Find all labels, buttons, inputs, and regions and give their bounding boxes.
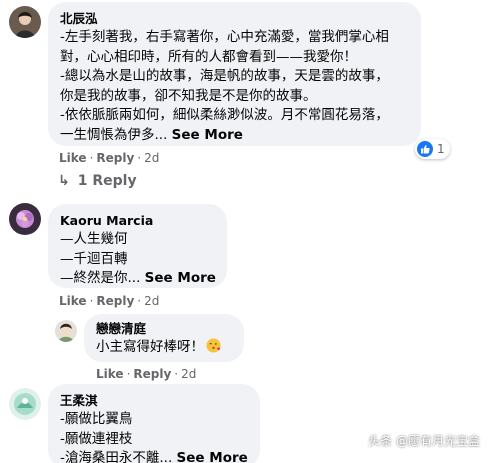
reply-arrow-icon: ↳ — [58, 173, 70, 189]
timestamp[interactable]: 2d — [144, 294, 159, 308]
timestamp[interactable]: 2d — [181, 367, 196, 381]
separator-dot: · — [126, 367, 131, 381]
comment-bubble-4: 王柔淇 -願做比翼鳥 -願做連裡枝 -滄海桑田永不離... See More — [48, 384, 260, 463]
watermark: 头条 @愿有月光宝盒 — [368, 434, 480, 448]
see-more-link[interactable]: See More — [172, 127, 243, 143]
separator-dot: · — [89, 151, 94, 165]
avatar-lianlian-qingting[interactable] — [55, 320, 77, 342]
comment-actions-2: Like · Reply · 2d — [59, 293, 159, 309]
comment-author[interactable]: 戀戀清庭 — [96, 320, 232, 338]
comment-text-line: —人生幾何 — [60, 231, 128, 247]
reaction-count: 1 — [437, 142, 445, 156]
comment-text-line: 對，心心相印時，所有的人都會看到——我愛你！ — [60, 48, 357, 65]
view-replies-label: 1 Reply — [77, 173, 137, 189]
comment-actions-1: Like · Reply · 2d — [59, 150, 159, 166]
comment-text-line-last: 一生惆悵為伊多... See More — [60, 126, 409, 146]
see-more-link[interactable]: See More — [177, 450, 248, 463]
comment-text: -滄海桑田永不離... — [60, 450, 173, 463]
separator-dot: · — [174, 367, 179, 381]
comment-text-line: —千迴百轉 — [60, 250, 128, 267]
comment-text-line: 你是我的故事，卻不知我是不是你的故事。 — [60, 87, 317, 104]
separator-dot: · — [89, 294, 94, 308]
comment-text-line-last: —終然是你... See More — [60, 269, 216, 289]
avatar-image — [9, 6, 41, 38]
comment-bubble-1: 北辰泓 -左手刻著我，右手寫著你，心中充滿愛，當我們掌心相 對，心心相印時，所有… — [48, 2, 421, 146]
avatar-image — [9, 388, 41, 420]
comment-author[interactable]: 王柔淇 — [60, 392, 248, 410]
comment-author[interactable]: Kaoru Marcia — [60, 212, 215, 230]
separator-dot: · — [137, 151, 142, 165]
avatar-wang-rouqi[interactable] — [9, 388, 41, 420]
kiss-emoji-icon — [206, 338, 221, 353]
separator-dot: · — [137, 294, 142, 308]
comment-text-line: -左手刻著我，右手寫著你，心中充滿愛，當我們掌心相 — [60, 29, 389, 45]
like-button[interactable]: Like — [59, 151, 87, 165]
avatar-beichenhong[interactable] — [9, 6, 41, 38]
comment-text-line-last: -滄海桑田永不離... See More — [60, 449, 248, 463]
reply-button[interactable]: Reply — [96, 294, 134, 308]
reaction-count-badge[interactable]: 1 — [415, 139, 450, 159]
comment-text-line: -依依脈脈兩如何，細似柔絲渺似波。月不常圓花易落， — [60, 107, 389, 123]
comment-text-line: -總以為水是山的故事，海是帆的故事，天是雲的故事， — [60, 68, 389, 84]
comment-bubble-2: Kaoru Marcia —人生幾何 —千迴百轉 —終然是你... See Mo… — [48, 204, 227, 288]
comment-text-line: -願做比翼鳥 — [60, 411, 133, 427]
see-more-link[interactable]: See More — [145, 270, 216, 286]
avatar-kaoru-marcia[interactable] — [9, 203, 41, 235]
reply-button[interactable]: Reply — [96, 151, 134, 165]
like-button[interactable]: Like — [59, 294, 87, 308]
like-button[interactable]: Like — [96, 367, 124, 381]
comment-text-line: -願做連裡枝 — [60, 430, 133, 447]
avatar-image — [55, 320, 77, 342]
comment-text: 一生惆悵為伊多... — [60, 126, 168, 143]
view-replies-link[interactable]: ↳ 1 Reply — [58, 173, 137, 189]
reply-actions: Like · Reply · 2d — [96, 366, 196, 382]
like-reaction-icon — [417, 141, 433, 157]
comment-text: —終然是你... — [60, 270, 141, 286]
reply-bubble: 戀戀清庭 小主寫得好棒呀！ — [84, 314, 244, 362]
avatar-image — [9, 203, 41, 235]
reply-button[interactable]: Reply — [133, 367, 171, 381]
comment-author[interactable]: 北辰泓 — [60, 10, 409, 28]
comment-text: 小主寫得好棒呀！ — [96, 339, 204, 355]
comment-text-line: 小主寫得好棒呀！ — [96, 338, 232, 358]
timestamp[interactable]: 2d — [144, 151, 159, 165]
